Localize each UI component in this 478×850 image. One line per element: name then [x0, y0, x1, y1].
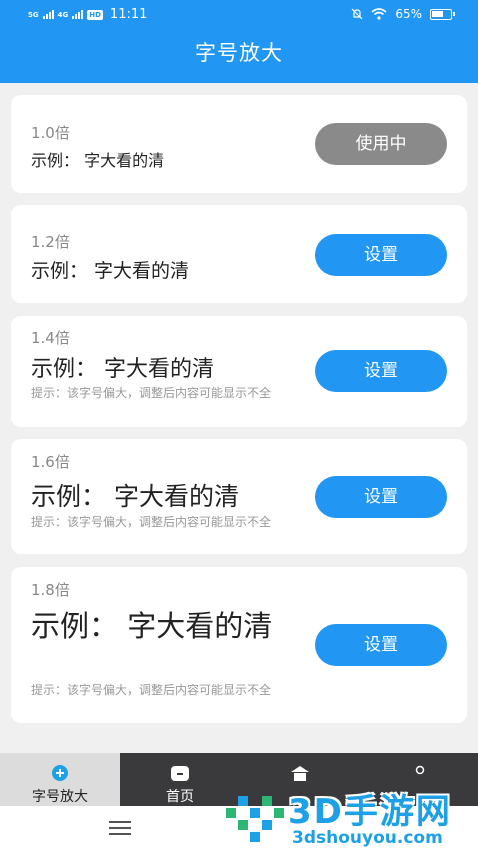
option-hint: 提示：该字号偏大，调整后内容可能显示不全: [31, 683, 272, 697]
page-title: 字号放大: [195, 41, 283, 65]
mute-icon: [351, 8, 363, 20]
set-button[interactable]: 设置: [315, 624, 447, 666]
network-label-2: 4G: [57, 10, 69, 19]
status-time: 11:11: [109, 7, 148, 22]
status-right: 65%: [351, 7, 455, 21]
signal-icon: [72, 10, 84, 19]
watermark-url: 3dshouyou.com: [292, 828, 443, 848]
option-level: 1.0倍: [31, 124, 70, 142]
signal-icon: [42, 10, 54, 19]
home-icon: [171, 766, 189, 781]
page-header: 字号放大: [0, 30, 478, 83]
option-example: 示例： 字大看的清: [31, 609, 273, 643]
menu-icon[interactable]: [109, 821, 131, 839]
font-option-card-1-0: 1.0倍 示例： 字大看的清 使用中: [11, 95, 467, 193]
tab-font-size[interactable]: 字号放大: [0, 753, 120, 806]
option-example: 示例： 字大看的清: [31, 482, 239, 511]
font-option-card-1-6: 1.6倍 示例： 字大看的清 提示：该字号偏大，调整后内容可能显示不全 设置: [11, 439, 467, 554]
battery-icon: [430, 8, 455, 20]
option-example: 示例： 字大看的清: [31, 357, 214, 382]
font-option-card-1-8: 1.8倍 示例： 字大看的清 提示：该字号偏大，调整后内容可能显示不全 设置: [11, 567, 467, 723]
option-example: 示例： 字大看的清: [31, 260, 190, 282]
option-example: 示例： 字大看的清: [31, 151, 165, 170]
option-level: 1.8倍: [31, 581, 70, 599]
option-hint: 提示：该字号偏大，调整后内容可能显示不全: [31, 386, 272, 400]
network-label-1: 5G: [28, 10, 39, 19]
option-hint: 提示：该字号偏大，调整后内容可能显示不全: [31, 515, 272, 529]
status-bar: 5G 4G HD 11:11 65%: [0, 0, 478, 30]
wifi-icon: [371, 8, 387, 20]
watermark-logo-icon: [226, 796, 284, 842]
in-use-button[interactable]: 使用中: [315, 123, 447, 165]
option-level: 1.6倍: [31, 453, 70, 471]
watermark-title: 3D手游网: [288, 792, 452, 832]
font-option-card-1-2: 1.2倍 示例： 字大看的清 设置: [11, 205, 467, 303]
battery-percent: 65%: [395, 7, 422, 21]
set-button[interactable]: 设置: [315, 476, 447, 518]
hd-badge: HD: [87, 9, 103, 20]
option-level: 1.2倍: [31, 233, 70, 251]
font-size-icon: [52, 765, 68, 781]
status-left: 5G 4G HD 11:11: [28, 7, 147, 22]
tab-label: 字号放大: [32, 789, 88, 805]
set-button[interactable]: 设置: [315, 234, 447, 276]
option-level: 1.4倍: [31, 329, 70, 347]
watermark: 3D手游网 3dshouyou.com: [222, 780, 478, 850]
set-button[interactable]: 设置: [315, 350, 447, 392]
font-option-card-1-4: 1.4倍 示例： 字大看的清 提示：该字号偏大，调整后内容可能显示不全 设置: [11, 316, 467, 427]
